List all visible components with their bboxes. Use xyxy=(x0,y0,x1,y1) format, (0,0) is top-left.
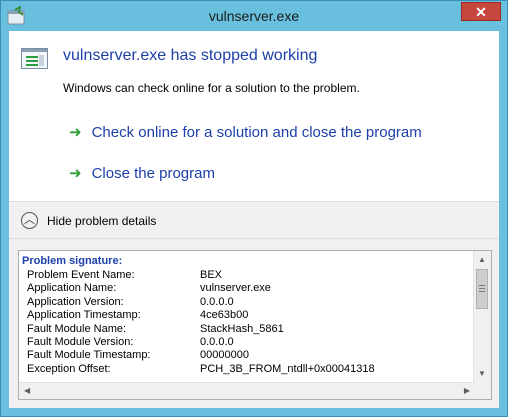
problem-details-text: Problem signature: Problem Event Name: B… xyxy=(22,255,472,381)
vertical-scroll-thumb[interactable] xyxy=(476,269,488,309)
scroll-up-arrow-icon[interactable]: ▲ xyxy=(478,255,486,264)
detail-row: Fault Module Timestamp: 00000000 xyxy=(22,349,472,362)
details-panel: Problem signature: Problem Event Name: B… xyxy=(9,239,499,408)
main-instruction: vulnserver.exe has stopped working xyxy=(63,47,318,64)
detail-row: Exception Offset: PCH_3B_FROM_ntdll+0x00… xyxy=(22,363,472,376)
detail-row: Application Version: 0.0.0.0 xyxy=(22,296,472,309)
detail-row: Problem Event Name: BEX xyxy=(22,269,472,282)
check-online-button[interactable]: ➜ Check online for a solution and close t… xyxy=(69,123,422,141)
dialog-content: vulnserver.exe has stopped working Windo… xyxy=(9,31,499,408)
detail-row: Application Timestamp: 4ce63b00 xyxy=(22,309,472,322)
detail-key: Fault Module Version: xyxy=(27,335,134,348)
command-label: Close the program xyxy=(91,165,215,182)
scroll-left-arrow-icon[interactable]: ◀ xyxy=(24,386,30,395)
scroll-down-arrow-icon[interactable]: ▼ xyxy=(478,369,486,378)
detail-key: Fault Module Timestamp: xyxy=(27,349,151,362)
green-arrow-icon: ➜ xyxy=(69,124,82,141)
detail-key: Exception Offset: xyxy=(27,362,111,375)
vertical-scrollbar[interactable]: ▲ ▼ xyxy=(473,251,491,382)
detail-row: Fault Module Version: 0.0.0.0 xyxy=(22,336,472,349)
close-program-button[interactable]: ➜ Close the program xyxy=(69,164,215,182)
hide-details-label: Hide problem details xyxy=(47,214,157,228)
hide-details-toggle[interactable]: ︿ Hide problem details xyxy=(9,201,499,239)
detail-value: BEX xyxy=(200,269,223,281)
detail-key: Application Timestamp: xyxy=(27,309,141,322)
title-bar[interactable]: vulnserver.exe ✕ xyxy=(1,1,507,31)
detail-key: Application Name: xyxy=(27,282,117,295)
detail-row: Fault Module Name: StackHash_5861 xyxy=(22,323,472,336)
program-icon xyxy=(21,48,48,69)
content-text: Windows can check online for a solution … xyxy=(63,81,360,95)
close-button[interactable]: ✕ xyxy=(461,2,501,21)
command-label: Check online for a solution and close th… xyxy=(91,124,422,141)
detail-key: Problem Event Name: xyxy=(27,269,135,281)
detail-value: StackHash_5861 xyxy=(200,322,284,335)
error-dialog-window: vulnserver.exe ✕ vulnserver.exe has stop… xyxy=(0,0,508,417)
detail-key: Fault Module Name: xyxy=(27,322,127,335)
problem-details-textbox[interactable]: Problem signature: Problem Event Name: B… xyxy=(18,250,492,400)
detail-value: 0.0.0.0 xyxy=(200,295,234,308)
chevron-up-icon[interactable]: ︿ xyxy=(21,212,38,229)
detail-value: 00000000 xyxy=(200,349,249,362)
detail-value: 0.0.0.0 xyxy=(200,335,234,348)
green-arrow-icon: ➜ xyxy=(69,165,82,182)
horizontal-scrollbar[interactable]: ◀ ▶ xyxy=(19,382,475,399)
detail-row: Application Name: vulnserver.exe xyxy=(22,282,472,295)
window-title: vulnserver.exe xyxy=(208,8,300,24)
detail-value: vulnserver.exe xyxy=(200,282,271,295)
detail-value: 4ce63b00 xyxy=(200,309,249,322)
problem-signature-heading: Problem signature: xyxy=(22,255,123,267)
detail-value: PCH_3B_FROM_ntdll+0x00041318 xyxy=(200,362,375,375)
scrollbar-corner xyxy=(474,382,491,399)
scroll-right-arrow-icon[interactable]: ▶ xyxy=(464,386,470,395)
detail-key: Application Version: xyxy=(27,295,124,308)
